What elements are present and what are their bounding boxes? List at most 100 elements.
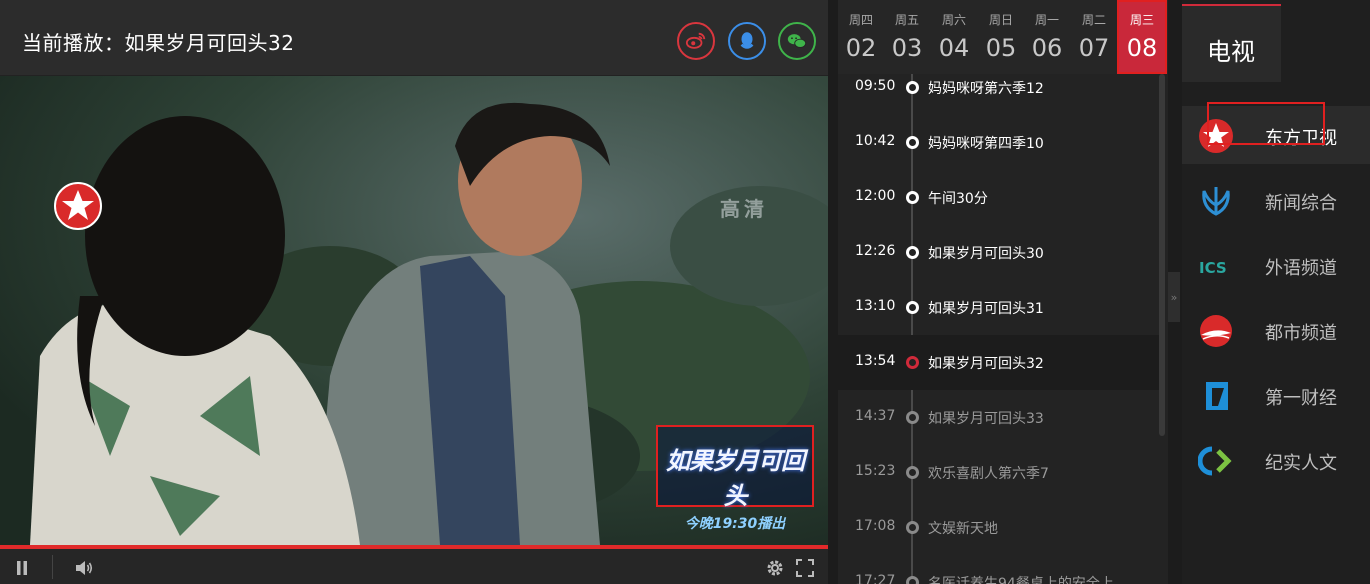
weibo-share-button[interactable] [677, 22, 715, 60]
day-date: 02 [845, 34, 877, 62]
program-time: 17:27 [855, 573, 896, 584]
wechat-share-button[interactable] [778, 22, 816, 60]
program-item-now-playing[interactable]: 13:54 如果岁月可回头32 [838, 335, 1160, 390]
program-name: 妈妈咪呀第四季10 [928, 136, 1044, 152]
news-icon [1202, 187, 1230, 216]
timeline-dot [906, 191, 919, 204]
qq-icon [740, 32, 754, 49]
finance-icon [1206, 382, 1228, 410]
channel-item-finance[interactable]: 第一财经 [1182, 366, 1370, 424]
city-icon [1200, 315, 1232, 347]
video-player: 当前播放：如果岁月可回头32 高清 如果岁月可回头 今晚19:30播出 [0, 0, 828, 584]
program-name: 午间30分 [928, 191, 988, 207]
timeline-dot [906, 136, 919, 149]
channel-item-city[interactable]: 都市频道 [1182, 301, 1370, 359]
fullscreen-button[interactable] [794, 557, 816, 579]
wechat-icon [787, 34, 807, 48]
program-schedule: 周四 02 周五 03 周六 04 周日 05 周一 06 周二 07 周三 0… [838, 0, 1168, 584]
weibo-icon [685, 32, 706, 49]
now-playing-title: 当前播放：如果岁月可回头32 [22, 31, 295, 55]
day-weekday: 周日 [988, 13, 1013, 27]
collapse-panel-button[interactable]: » [1168, 272, 1180, 322]
program-item[interactable]: 13:10 如果岁月可回头31 [838, 280, 1160, 335]
channel-label: 第一财经 [1265, 388, 1337, 409]
program-item[interactable]: 10:42 妈妈咪呀第四季10 [838, 115, 1160, 170]
day-date: 04 [938, 34, 970, 62]
channel-label: 东方卫视 [1265, 128, 1337, 149]
fullscreen-icon [796, 559, 814, 577]
program-name: 妈妈咪呀第六季12 [928, 81, 1044, 97]
program-name: 如果岁月可回头32 [928, 356, 1044, 372]
program-item[interactable]: 12:26 如果岁月可回头30 [838, 225, 1160, 280]
player-controls [0, 549, 828, 584]
day-date: 06 [1031, 34, 1063, 62]
day-weekday: 周三 [1129, 13, 1154, 27]
program-name: 如果岁月可回头31 [928, 301, 1044, 317]
day-weekday: 周二 [1081, 13, 1106, 27]
control-divider [52, 555, 53, 579]
program-time: 13:10 [855, 298, 896, 314]
program-time: 13:54 [855, 353, 896, 369]
channel-item-documentary[interactable]: 纪实人文 [1182, 431, 1370, 489]
program-name: 如果岁月可回头30 [928, 246, 1044, 262]
pause-icon [17, 561, 27, 575]
tab-tv[interactable]: 电视 [1182, 4, 1281, 82]
dragon-tv-watermark-icon [54, 182, 102, 230]
program-time: 10:42 [855, 133, 896, 149]
program-name: 欢乐喜剧人第六季7 [928, 466, 1049, 482]
volume-icon [76, 561, 93, 575]
program-time: 12:00 [855, 188, 896, 204]
volume-button[interactable] [73, 557, 95, 579]
program-time: 14:37 [855, 408, 896, 424]
promo-title: 如果岁月可回头 [666, 447, 805, 510]
timeline-dot [906, 521, 919, 534]
program-item[interactable]: 17:27 名医话养生94餐桌上的安全上 [838, 555, 1160, 584]
player-header: 当前播放：如果岁月可回头32 [0, 0, 828, 76]
day-date: 08 [1126, 34, 1158, 62]
documentary-icon [1198, 446, 1232, 476]
channel-label: 新闻综合 [1265, 193, 1337, 214]
day-date: 07 [1078, 34, 1110, 62]
pause-button[interactable] [11, 557, 33, 579]
svg-text:ICS: ICS [1199, 259, 1227, 277]
channel-list: 电视 东方卫视 新闻综合 ICS 外语频道 都市频道 第一财经 纪实人文 [1182, 0, 1370, 584]
program-name: 名医话养生94餐桌上的安全上 [928, 576, 1114, 584]
timeline-dot [906, 411, 919, 424]
channel-item-dragon-tv[interactable]: 东方卫视 [1182, 106, 1370, 164]
app-root: 当前播放：如果岁月可回头32 高清 如果岁月可回头 今晚19:30播出 周四 0… [0, 0, 1370, 584]
channel-item-news[interactable]: 新闻综合 [1182, 171, 1370, 229]
program-item[interactable]: 12:00 午间30分 [838, 170, 1160, 225]
program-time: 09:50 [855, 78, 896, 94]
promo-overlay: 如果岁月可回头 今晚19:30播出 [656, 425, 814, 532]
program-item[interactable]: 15:23 欢乐喜剧人第六季7 [838, 445, 1160, 500]
timeline-dot-current [906, 356, 919, 369]
program-time: 17:08 [855, 518, 896, 534]
day-weekday: 周五 [894, 13, 919, 27]
hd-watermark: 高清 [720, 197, 768, 221]
timeline-dot [906, 576, 919, 584]
program-name: 文娱新天地 [928, 521, 998, 537]
qq-share-button[interactable] [728, 22, 766, 60]
tab-tv-label: 电视 [1207, 38, 1255, 66]
program-item[interactable]: 17:08 文娱新天地 [838, 500, 1160, 555]
program-time: 15:23 [855, 463, 896, 479]
promo-airtime: 今晚19:30播出 [684, 516, 786, 532]
channel-label: 外语频道 [1265, 258, 1337, 279]
timeline-dot [906, 81, 919, 94]
timeline-dot [906, 301, 919, 314]
program-item[interactable]: 14:37 如果岁月可回头33 [838, 390, 1160, 445]
schedule-scrollbar[interactable] [1159, 74, 1165, 436]
day-weekday: 周六 [941, 13, 966, 27]
settings-button[interactable] [764, 557, 786, 579]
day-weekday: 周四 [848, 13, 873, 27]
day-weekday: 周一 [1034, 13, 1059, 27]
timeline-dot [906, 246, 919, 259]
settings-icon [767, 560, 783, 576]
program-time: 12:26 [855, 243, 896, 259]
day-date: 03 [891, 34, 923, 62]
channel-item-ics[interactable]: ICS 外语频道 [1182, 236, 1370, 294]
day-date: 05 [985, 34, 1017, 62]
dragon-tv-icon [1199, 119, 1233, 153]
program-item[interactable]: 09:50 妈妈咪呀第六季12 [838, 60, 1160, 115]
ics-icon: ICS [1199, 259, 1227, 277]
